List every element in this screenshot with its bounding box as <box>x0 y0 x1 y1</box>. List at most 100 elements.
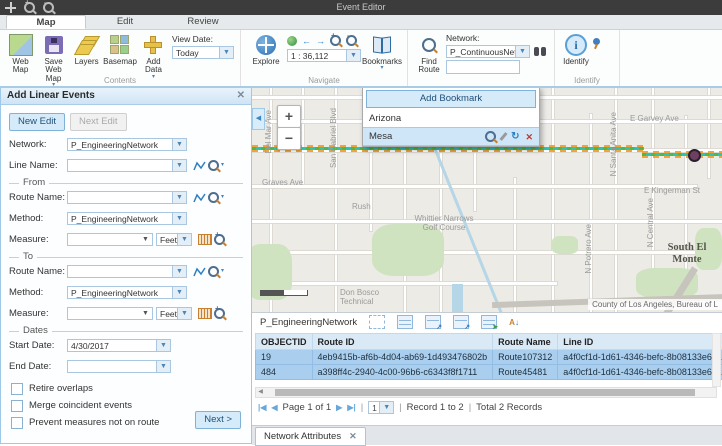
export-selected-icon[interactable]: ↗ <box>425 315 441 329</box>
refresh-bookmark-icon[interactable]: ↻ <box>511 129 519 145</box>
bookmark-item-arizona[interactable]: Arizona <box>363 111 539 127</box>
identify-button[interactable]: i Identify <box>559 32 593 66</box>
zoom-select-icon[interactable]: + <box>214 234 225 245</box>
basemap-button[interactable]: Basemap <box>103 32 137 66</box>
chevron-down-icon[interactable]: ▼ <box>172 213 186 224</box>
select-route-on-map-icon[interactable] <box>193 192 206 204</box>
retire-overlaps-checkbox[interactable] <box>11 383 23 395</box>
select-line-on-map-icon[interactable] <box>193 160 206 172</box>
chevron-down-icon[interactable]: ▼ <box>172 160 186 171</box>
chevron-down-icon[interactable]: ▼ <box>172 266 186 277</box>
measure-on-map-icon[interactable] <box>198 234 212 245</box>
merge-coincident-checkbox[interactable] <box>11 400 23 412</box>
tab-review[interactable]: Review <box>164 15 242 29</box>
zoom-select-icon[interactable]: + <box>214 308 225 319</box>
zoom-out-map-icon[interactable]: - <box>346 35 357 46</box>
scrollbar-thumb[interactable] <box>275 389 695 396</box>
zoom-select-icon[interactable] <box>208 160 219 171</box>
chevron-down-icon[interactable]: ▼ <box>142 234 152 245</box>
pushpin-icon[interactable] <box>593 38 600 45</box>
scroll-left-icon[interactable]: ◀ <box>256 388 265 397</box>
horizontal-scrollbar[interactable]: ◀ <box>255 387 717 398</box>
chevron-down-icon[interactable]: ▼ <box>156 340 170 351</box>
measure-on-map-icon[interactable] <box>198 308 212 319</box>
chevron-down-icon[interactable]: ▾ <box>221 269 224 274</box>
web-map-button[interactable]: Web Map <box>4 32 37 75</box>
chevron-down-icon[interactable]: ▼ <box>219 47 233 58</box>
chevron-down-icon[interactable]: ▼ <box>177 308 191 319</box>
show-selected-records-icon[interactable] <box>397 315 413 329</box>
new-edit-button[interactable]: New Edit <box>9 113 65 131</box>
export-all-icon[interactable]: ↗ <box>453 315 469 329</box>
close-tab-icon[interactable]: ✕ <box>349 431 357 442</box>
add-bookmark-button[interactable]: Add Bookmark <box>366 90 536 108</box>
zoom-in-map-icon[interactable]: + <box>330 35 341 46</box>
column-header[interactable]: Route ID <box>312 334 493 350</box>
line-name-field[interactable]: ▼ <box>67 159 187 172</box>
from-unit-select[interactable]: Feet ▼ <box>156 233 192 246</box>
previous-extent-icon[interactable]: ← <box>302 36 311 46</box>
previous-page-icon[interactable]: ◀ <box>271 403 277 412</box>
end-date-field[interactable]: ▼ <box>67 360 171 373</box>
chevron-down-icon[interactable]: ▼ <box>172 287 186 298</box>
next-edit-button[interactable]: Next Edit <box>70 113 127 131</box>
table-row[interactable]: 19 4eb9415b-af6b-4d04-ab69-1d493476802b … <box>256 350 722 365</box>
delete-bookmark-icon[interactable]: ✕ <box>525 129 533 145</box>
add-data-button[interactable]: Add Data ▾ <box>137 32 170 80</box>
select-route-on-map-icon[interactable] <box>193 266 206 278</box>
chevron-down-icon[interactable]: ▼ <box>172 139 186 150</box>
close-icon[interactable]: ✕ <box>237 90 245 101</box>
to-measure-field[interactable]: ▼ <box>67 307 153 320</box>
layers-button[interactable]: Layers <box>70 32 103 66</box>
chevron-down-icon[interactable]: ▾ <box>221 163 224 168</box>
bookmarks-button[interactable]: Bookmarks ▾ <box>361 32 403 71</box>
selected-route-segment[interactable] <box>642 151 722 158</box>
to-method-field[interactable]: P_EngineeringNetwork ▼ <box>67 286 187 299</box>
chevron-down-icon[interactable]: ▼ <box>142 308 152 319</box>
from-method-field[interactable]: P_EngineeringNetwork ▼ <box>67 212 187 225</box>
zoom-select-icon[interactable] <box>208 266 219 277</box>
zoom-select-icon[interactable] <box>208 192 219 203</box>
map-zoom-out-button[interactable]: − <box>277 127 301 150</box>
scale-select[interactable]: 1 : 36,112 ▼ <box>287 49 361 62</box>
tab-network-attributes[interactable]: Network Attributes ✕ <box>255 427 366 446</box>
prevent-measures-checkbox[interactable] <box>11 417 23 429</box>
chevron-down-icon[interactable]: ▾ <box>221 195 224 200</box>
tab-edit[interactable]: Edit <box>86 15 164 29</box>
next-extent-icon[interactable]: → <box>316 36 325 46</box>
network-field[interactable]: P_EngineeringNetwork ▼ <box>67 138 187 151</box>
map-zoom-in-button[interactable]: + <box>277 105 301 128</box>
edit-bookmark-icon[interactable] <box>500 132 508 141</box>
sort-icon[interactable]: A↓ <box>509 318 519 327</box>
from-measure-field[interactable]: ▼ <box>67 233 153 246</box>
view-date-select[interactable]: Today ▼ <box>172 46 234 59</box>
next-page-icon[interactable]: ▶ <box>336 403 342 412</box>
bookmark-item-mesa[interactable]: Mesa ↻ ✕ <box>363 127 539 146</box>
full-extent-icon[interactable] <box>287 36 297 46</box>
select-features-icon[interactable] <box>369 315 385 329</box>
network-select[interactable]: P_ContinuousNetwork ▼ <box>446 45 530 58</box>
first-page-icon[interactable]: |◀ <box>258 403 266 412</box>
vertical-scrollbar[interactable] <box>712 333 721 387</box>
chevron-down-icon[interactable]: ▼ <box>379 402 393 413</box>
page-number-select[interactable]: 1 ▼ <box>368 401 394 414</box>
tab-map[interactable]: Map <box>6 15 86 29</box>
column-header[interactable]: OBJECTID <box>256 334 313 350</box>
attribute-set-icon[interactable]: ➤ <box>481 315 497 329</box>
find-route-button[interactable]: Find Route <box>412 32 446 75</box>
route-end-marker[interactable] <box>688 149 701 162</box>
zoom-to-bookmark-icon[interactable] <box>485 131 496 142</box>
chevron-down-icon[interactable]: ▼ <box>346 50 360 61</box>
table-row[interactable]: 484 a398ff4c-2940-4c00-96b6-c6343f8f1711… <box>256 365 722 380</box>
column-header[interactable]: Route Name <box>493 334 558 350</box>
next-button[interactable]: Next > <box>195 411 241 429</box>
map-canvas[interactable]: E Garvey Ave E Kingerman St N Central Av… <box>252 86 722 312</box>
chevron-down-icon[interactable]: ▼ <box>515 46 529 57</box>
explore-button[interactable]: Explore <box>245 32 287 66</box>
start-date-field[interactable]: 4/30/2017 ▼ <box>67 339 171 352</box>
collapse-panel-icon[interactable]: ◀ <box>252 108 265 130</box>
binoculars-icon[interactable] <box>534 47 546 56</box>
chevron-down-icon[interactable]: ▼ <box>156 361 170 372</box>
to-route-name-field[interactable]: ▼ <box>67 265 187 278</box>
column-header[interactable]: Line ID <box>558 334 722 350</box>
